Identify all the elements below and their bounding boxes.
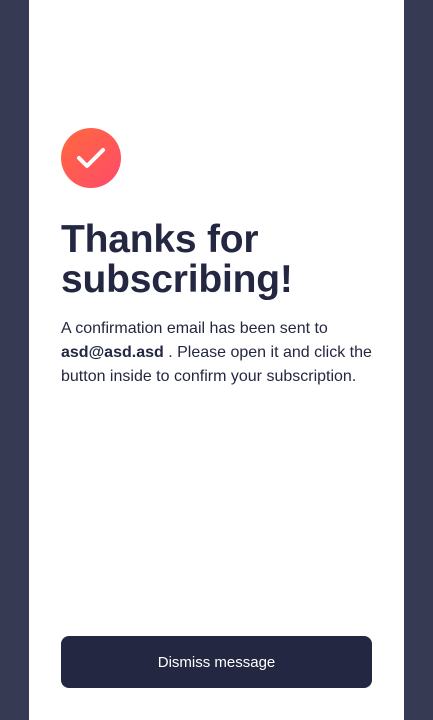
subscriber-email: asd@asd.asd <box>61 344 164 361</box>
check-icon <box>61 128 121 188</box>
message-intro: A confirmation email has been sent to <box>61 320 328 337</box>
dismiss-message-button[interactable]: Dismiss message <box>61 636 372 688</box>
success-title: Thanks for subscribing! <box>61 218 293 301</box>
confirmation-message: A confirmation email has been sent to as… <box>61 317 376 389</box>
check-mark-shape <box>77 148 105 168</box>
success-card: Thanks for subscribing! A confirmation e… <box>29 0 404 720</box>
